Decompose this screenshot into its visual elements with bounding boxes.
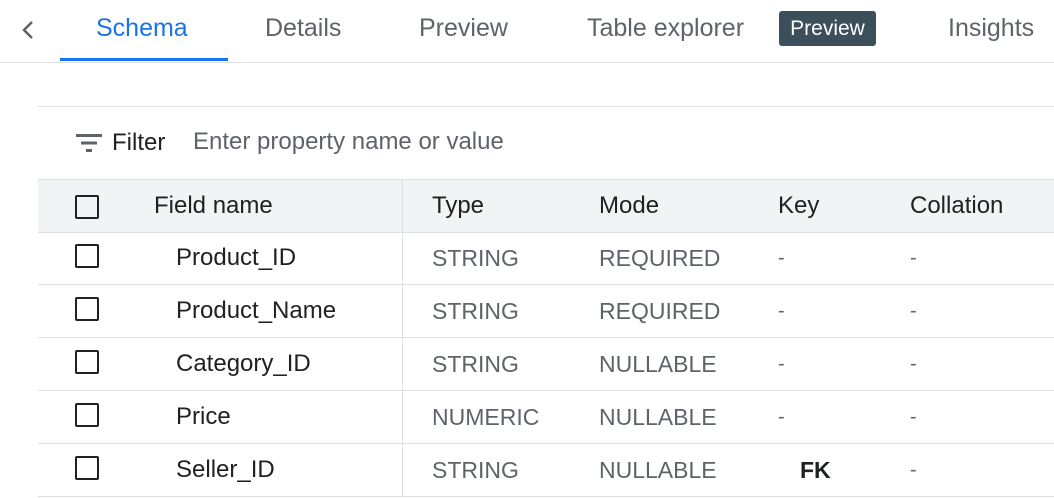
table-row[interactable]: Price NUMERIC NULLABLE - - [38,391,1054,444]
chevron-left-icon[interactable] [14,16,42,44]
filter-label[interactable]: Filter [112,129,165,157]
tab-table-explorer[interactable]: Table explorer [587,14,744,43]
active-tab-indicator [60,58,228,61]
field-name: Seller_ID [176,456,275,483]
field-name: Category_ID [176,350,311,377]
header-mode: Mode [599,192,660,219]
row-checkbox[interactable] [75,456,99,480]
field-type: STRING [432,244,519,271]
field-name: Product_Name [176,297,337,324]
tab-bar: Schema Details Preview Table explorer Pr… [0,0,1054,63]
filter-input[interactable] [193,124,693,160]
preview-badge: Preview [779,11,876,46]
column-divider [402,338,403,390]
field-key: - [778,246,785,269]
field-mode: REQUIRED [599,244,721,271]
row-checkbox[interactable] [75,297,99,321]
field-key: - [778,352,785,375]
field-collation: - [910,299,917,322]
column-divider [402,180,403,232]
tab-schema[interactable]: Schema [96,14,188,43]
field-key: - [778,299,785,322]
select-all-checkbox[interactable] [75,195,99,219]
field-type: STRING [432,456,519,483]
field-collation: - [910,458,917,481]
field-name: Product_ID [176,244,297,271]
table-row[interactable]: Category_ID STRING NULLABLE - - [38,338,1054,391]
column-divider [402,444,403,496]
table-header: Field name Type Mode Key Collation [38,179,1054,233]
column-divider [402,391,403,443]
field-name: Price [176,403,231,430]
field-collation: - [910,405,917,428]
divider [38,106,1054,107]
column-divider [402,232,403,284]
filter-icon[interactable] [76,132,102,154]
header-type: Type [432,192,485,219]
field-mode: NULLABLE [599,350,717,377]
tab-preview[interactable]: Preview [419,14,508,43]
field-collation: - [910,246,917,269]
field-key: - [778,405,785,428]
field-key: FK [800,456,831,483]
table-row[interactable]: Seller_ID STRING NULLABLE FK - [38,444,1054,497]
tab-insights[interactable]: Insights [948,14,1034,43]
table-row[interactable]: Product_ID STRING REQUIRED - - [38,232,1054,285]
field-type: STRING [432,297,519,324]
header-collation: Collation [910,192,1004,219]
row-checkbox[interactable] [75,350,99,374]
field-type: NUMERIC [432,403,540,430]
row-checkbox[interactable] [75,244,99,268]
field-mode: NULLABLE [599,456,717,483]
header-key: Key [778,192,820,219]
column-divider [402,285,403,337]
field-mode: NULLABLE [599,403,717,430]
field-collation: - [910,352,917,375]
row-checkbox[interactable] [75,403,99,427]
field-mode: REQUIRED [599,297,721,324]
table-row[interactable]: Product_Name STRING REQUIRED - - [38,285,1054,338]
tab-details[interactable]: Details [265,14,341,43]
field-type: STRING [432,350,519,377]
header-field-name: Field name [154,192,273,219]
